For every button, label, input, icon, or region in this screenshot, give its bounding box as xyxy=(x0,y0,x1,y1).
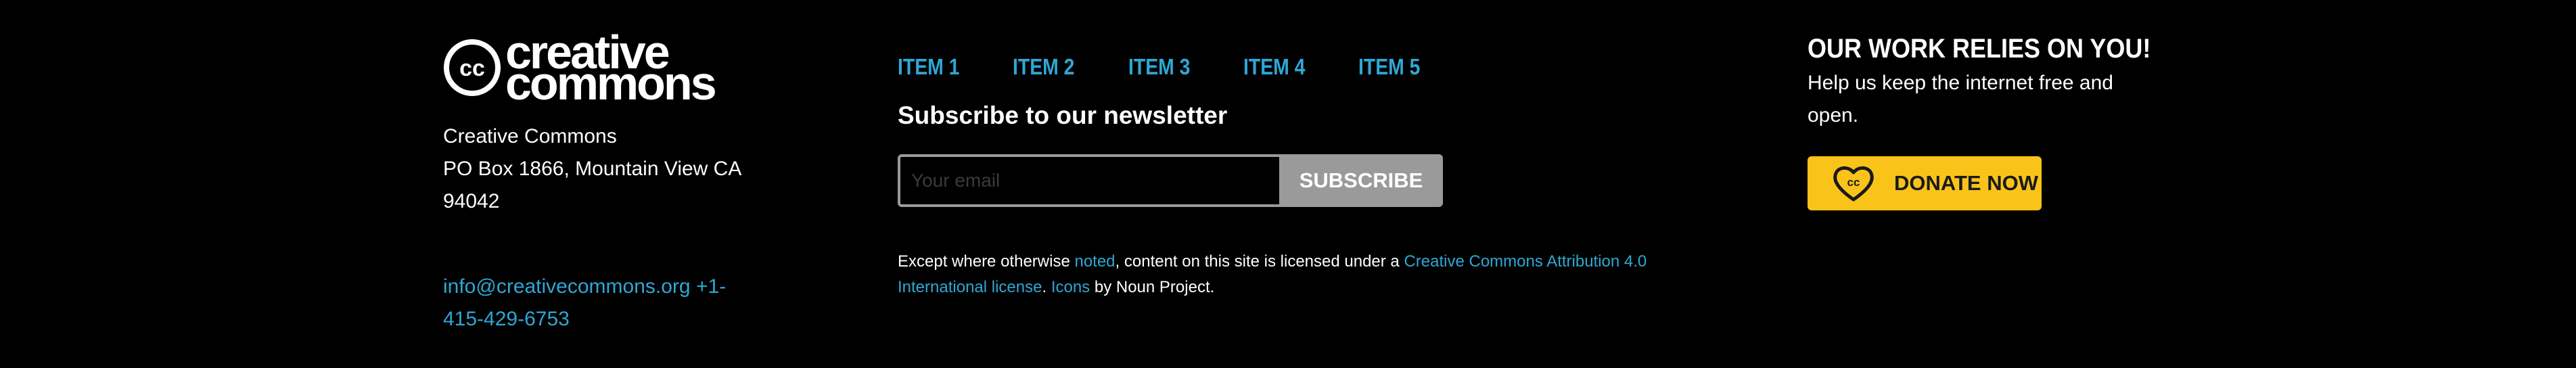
postal-address: Creative Commons PO Box 1866, Mountain V… xyxy=(443,120,741,218)
nav-item-1[interactable]: ITEM 1 xyxy=(898,54,959,80)
newsletter-email-input[interactable] xyxy=(898,154,1279,207)
license-text: by Noun Project. xyxy=(1090,278,1215,296)
subscribe-button[interactable]: SUBSCRIBE xyxy=(1279,154,1443,207)
logo-wordmark: creative commons xyxy=(505,28,717,110)
license-text: . xyxy=(1042,278,1051,296)
support-title: OUR WORK RELIES ON YOU! xyxy=(1808,34,2151,64)
nav-item-4[interactable]: ITEM 4 xyxy=(1243,54,1305,80)
address-line: 94042 xyxy=(443,190,500,212)
donate-button[interactable]: cc DONATE NOW xyxy=(1808,156,2042,210)
email-link[interactable]: info@creativecommons.org xyxy=(443,275,691,298)
footer-support-column: OUR WORK RELIES ON YOU! Help us keep the… xyxy=(1808,34,2159,210)
cc-logo-icon: cc xyxy=(444,39,501,96)
svg-text:cc: cc xyxy=(1847,176,1860,189)
svg-text:cc: cc xyxy=(459,55,485,81)
address-line: PO Box 1866, Mountain View CA xyxy=(443,158,742,180)
newsletter-form: SUBSCRIBE xyxy=(898,154,1443,207)
nav-item-3[interactable]: ITEM 3 xyxy=(1128,54,1190,80)
heart-cc-icon: cc xyxy=(1833,166,1874,202)
icons-link[interactable]: Icons xyxy=(1051,278,1090,296)
footer-middle-column: ITEM 1 ITEM 2 ITEM 3 ITEM 4 ITEM 5 Subsc… xyxy=(898,54,1676,300)
footer-info-column: cc creative commons Creative Commons PO … xyxy=(443,28,741,330)
license-notice: Except where otherwise noted, content on… xyxy=(898,249,1676,300)
license-text: , content on this site is licensed under… xyxy=(1115,252,1404,271)
support-text: Help us keep the internet free and open. xyxy=(1808,72,2113,127)
nav-item-5[interactable]: ITEM 5 xyxy=(1358,54,1420,80)
address-line: Creative Commons xyxy=(443,125,617,147)
license-text: Except where otherwise xyxy=(898,252,1075,271)
footer-nav: ITEM 1 ITEM 2 ITEM 3 ITEM 4 ITEM 5 xyxy=(898,54,1676,80)
site-footer: cc creative commons Creative Commons PO … xyxy=(0,0,2576,368)
nav-item-2[interactable]: ITEM 2 xyxy=(1013,54,1074,80)
donate-label: DONATE NOW xyxy=(1894,171,2038,195)
newsletter-title: Subscribe to our newsletter xyxy=(898,101,1228,129)
contact-info: info@creativecommons.org +1-415-429-6753 xyxy=(443,271,741,336)
noted-link[interactable]: noted xyxy=(1074,252,1115,271)
creative-commons-logo[interactable]: cc creative commons xyxy=(443,28,741,110)
logo-wordmark-line2: commons xyxy=(505,57,717,110)
